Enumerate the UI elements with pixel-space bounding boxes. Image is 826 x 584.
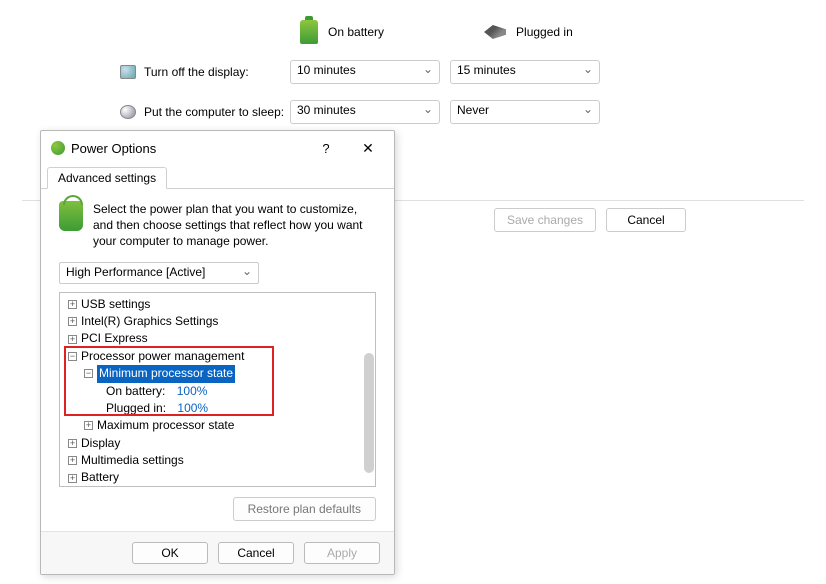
tree-max-processor-state[interactable]: +Maximum processor state — [64, 417, 371, 434]
expand-icon[interactable]: + — [68, 474, 77, 483]
column-label-plugged: Plugged in — [516, 25, 573, 39]
power-plan-select[interactable]: High Performance [Active] — [59, 262, 259, 284]
expand-icon[interactable]: + — [84, 421, 93, 430]
expand-icon[interactable]: + — [68, 439, 77, 448]
dialog-titlebar[interactable]: Power Options ? ✕ — [41, 131, 394, 165]
dialog-title-text: Power Options — [71, 141, 156, 156]
monitor-icon — [120, 65, 136, 79]
dialog-cancel-button[interactable]: Cancel — [218, 542, 294, 564]
tree-min-plugged-in[interactable]: Plugged in: 100% — [64, 400, 371, 417]
dialog-footer: OK Cancel Apply — [41, 531, 394, 574]
row-label-display: Turn off the display: — [120, 65, 290, 79]
restore-defaults-button[interactable]: Restore plan defaults — [233, 497, 376, 521]
collapse-icon[interactable]: − — [68, 352, 77, 361]
dialog-description: Select the power plan that you want to c… — [93, 201, 376, 250]
display-plugged-select[interactable]: 15 minutes — [450, 60, 600, 84]
expand-icon[interactable]: + — [68, 317, 77, 326]
tree-intel-graphics[interactable]: +Intel(R) Graphics Settings — [64, 313, 371, 330]
apply-button[interactable]: Apply — [304, 542, 380, 564]
collapse-icon[interactable]: − — [84, 369, 93, 378]
display-battery-select[interactable]: 10 minutes — [290, 60, 440, 84]
plug-icon — [484, 25, 506, 39]
save-changes-button[interactable]: Save changes — [494, 208, 596, 232]
tree-usb[interactable]: +USB settings — [64, 296, 371, 313]
settings-tree[interactable]: +USB settings +Intel(R) Graphics Setting… — [59, 292, 376, 487]
expand-icon[interactable]: + — [68, 300, 77, 309]
tree-min-on-battery[interactable]: On battery: 100% — [64, 383, 371, 400]
column-header-plugged: Plugged in — [484, 25, 573, 39]
cancel-button[interactable]: Cancel — [606, 208, 686, 232]
watering-can-icon — [59, 201, 83, 231]
power-options-dialog: Power Options ? ✕ Advanced settings Sele… — [40, 130, 395, 575]
tree-processor-power[interactable]: −Processor power management — [64, 348, 371, 365]
tree-multimedia[interactable]: +Multimedia settings — [64, 452, 371, 469]
expand-icon[interactable]: + — [68, 335, 77, 344]
tree-battery[interactable]: +Battery — [64, 469, 371, 486]
row-label-sleep: Put the computer to sleep: — [120, 105, 290, 119]
expand-icon[interactable]: + — [68, 456, 77, 465]
power-icon — [51, 141, 65, 155]
scrollbar-thumb[interactable] — [364, 353, 374, 473]
column-label-battery: On battery — [328, 25, 384, 39]
background-power-settings: On battery Plugged in Turn off the displ… — [0, 0, 826, 124]
tree-pci-express[interactable]: +PCI Express — [64, 330, 371, 347]
tab-bar: Advanced settings — [41, 167, 394, 189]
column-header-battery: On battery — [300, 20, 384, 44]
sleep-battery-select[interactable]: 30 minutes — [290, 100, 440, 124]
sleep-plugged-select[interactable]: Never — [450, 100, 600, 124]
help-button[interactable]: ? — [308, 135, 344, 161]
tab-advanced-settings[interactable]: Advanced settings — [47, 167, 167, 189]
tree-min-processor-state[interactable]: −Minimum processor state — [64, 365, 371, 382]
ok-button[interactable]: OK — [132, 542, 208, 564]
moon-icon — [120, 105, 136, 119]
tree-display[interactable]: +Display — [64, 435, 371, 452]
close-button[interactable]: ✕ — [350, 135, 386, 161]
battery-icon — [300, 20, 318, 44]
